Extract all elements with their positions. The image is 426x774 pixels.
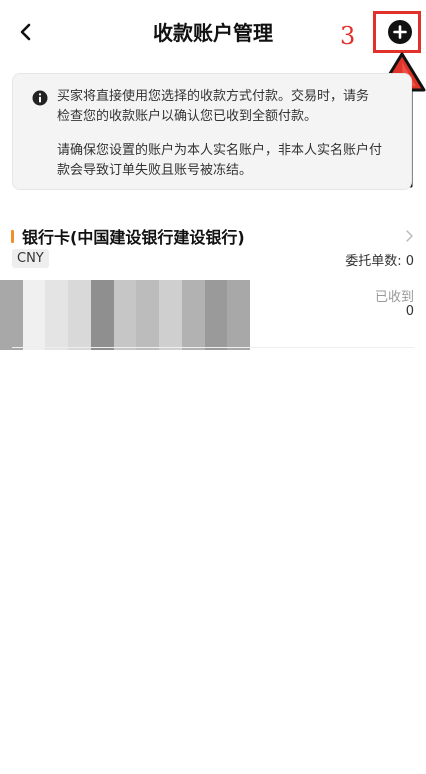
mosaic-tile [68,280,91,304]
mosaic-tile [159,280,182,304]
plus-circle-icon [393,25,407,39]
notice-line-1: 买家将直接使用您选择的收款方式付款。交易时，请务 [57,89,370,104]
chevron-right-icon[interactable] [403,228,415,244]
notice-line-4: 款会导致订单失败且账号被冻结。 [57,163,253,178]
mosaic-tile [136,303,160,327]
payment-notice: 买家将直接使用您选择的收款方式付款。交易时，请务 检查您的收款账户以确认您已收到… [12,73,412,190]
mosaic-tile [68,303,91,327]
mosaic-tile [227,303,250,327]
orders-count-value: 0 [405,254,414,269]
mosaic-tile [204,280,228,304]
mosaic-tile [45,280,69,304]
mosaic-tile [45,303,69,327]
notice-line-2: 检查您的收款账户以确认您已收到全额付款。 [57,109,318,124]
mosaic-tile [113,280,137,304]
mosaic-tile [0,303,23,327]
mosaic-tile [227,280,250,304]
mosaic-tile [204,303,228,327]
info-icon [32,90,48,106]
mosaic-tile [22,303,46,327]
page-title: 收款账户管理 [153,21,273,45]
account-name: 银行卡(中国建设银行建设银行) [22,228,245,247]
mosaic-tile [181,303,205,327]
orders-count: 委托单数: 0 [345,250,414,269]
add-account-button[interactable] [388,20,412,44]
currency-badge: CNY [12,249,49,268]
received-label: 已收到 [374,290,414,305]
mosaic-tile [113,303,137,327]
mosaic-tile [90,280,114,304]
orders-count-label: 委托单数: [345,254,402,269]
mosaic-tile [0,280,23,304]
mosaic-tile [181,280,205,304]
account-accent-bar [11,230,14,243]
notice-line-3: 请确保您设置的账户为本人实名账户，非本人实名账户付 [57,143,383,158]
received-value: 0 [405,304,414,319]
top-bar: 收款账户管理 3 [0,0,426,188]
mosaic-tile [22,280,46,304]
mosaic-tile [136,280,160,304]
mosaic-tile [90,303,114,327]
divider [12,347,414,348]
redacted-account-details [0,280,250,350]
mosaic-tile [159,303,182,327]
step-number-annotation: 3 [340,22,356,50]
account-card[interactable]: 银行卡(中国建设银行建设银行) CNY 委托单数: 0 已收到 0 [0,222,426,350]
